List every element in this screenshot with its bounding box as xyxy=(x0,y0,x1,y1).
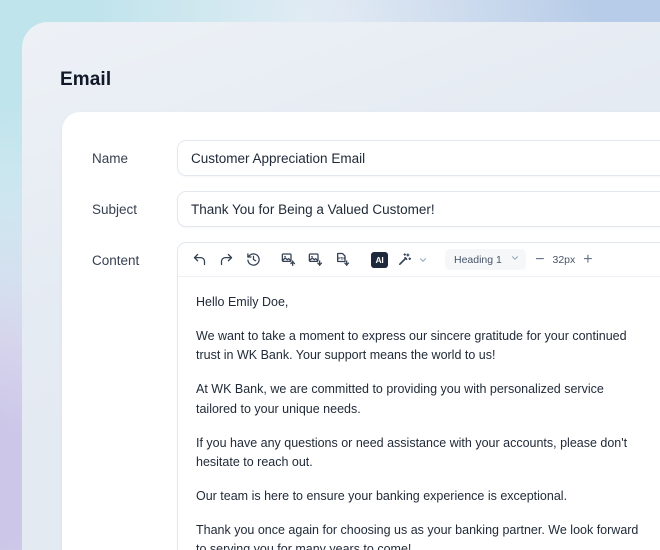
decrease-font-size-button[interactable]: − xyxy=(531,250,549,270)
email-paragraph: Hello Emily Doe, xyxy=(196,295,289,309)
ai-badge-icon[interactable]: AI xyxy=(371,251,388,268)
chevron-down-icon[interactable] xyxy=(417,249,428,271)
svg-text:PDF: PDF xyxy=(338,256,346,260)
font-size-value: 32px xyxy=(552,253,576,266)
insert-file-icon[interactable] xyxy=(305,249,327,271)
font-size-stepper: − 32px + xyxy=(531,250,597,270)
name-label: Name xyxy=(92,151,129,166)
email-paragraph: We want to take a moment to express our … xyxy=(196,329,627,363)
subject-label: Subject xyxy=(92,202,138,217)
page-title: Email xyxy=(60,69,112,90)
subject-input[interactable]: Thank You for Being a Valued Customer! xyxy=(177,191,660,227)
insert-pdf-icon[interactable]: PDF xyxy=(332,249,354,271)
magic-wand-icon[interactable] xyxy=(393,249,415,271)
history-icon[interactable] xyxy=(242,249,264,271)
form-row-content: Content PDF AI Heading 1 − 32px + Hello … xyxy=(92,242,660,550)
email-form-card: Name Customer Appreciation Email Subject… xyxy=(62,112,660,550)
chevron-down-icon xyxy=(510,253,520,266)
email-paragraph: Thank you once again for choosing us as … xyxy=(196,523,639,550)
increase-font-size-button[interactable]: + xyxy=(579,250,597,270)
form-row-subject: Subject Thank You for Being a Valued Cus… xyxy=(92,191,660,227)
undo-icon[interactable] xyxy=(188,249,210,271)
email-panel: Email Name Customer Appreciation Email S… xyxy=(22,22,660,550)
email-form: Name Customer Appreciation Email Subject… xyxy=(92,140,660,550)
ai-tools-button[interactable] xyxy=(393,249,428,271)
email-paragraph: At WK Bank, we are committed to providin… xyxy=(196,382,604,416)
heading-style-value: Heading 1 xyxy=(454,253,502,266)
form-row-name: Name Customer Appreciation Email xyxy=(92,140,660,176)
editor-toolbar: PDF AI Heading 1 − 32px + xyxy=(178,243,660,277)
email-body[interactable]: Hello Emily Doe, We want to take a momen… xyxy=(178,277,660,550)
email-paragraph: Our team is here to ensure your banking … xyxy=(196,488,568,503)
heading-style-select[interactable]: Heading 1 xyxy=(445,249,526,270)
insert-image-icon[interactable] xyxy=(278,249,300,271)
redo-icon[interactable] xyxy=(215,249,237,271)
name-input[interactable]: Customer Appreciation Email xyxy=(177,140,660,176)
content-label: Content xyxy=(92,253,140,268)
content-editor: PDF AI Heading 1 − 32px + Hello Emily Do… xyxy=(177,242,660,550)
email-paragraph: If you have any questions or need assist… xyxy=(196,435,628,469)
